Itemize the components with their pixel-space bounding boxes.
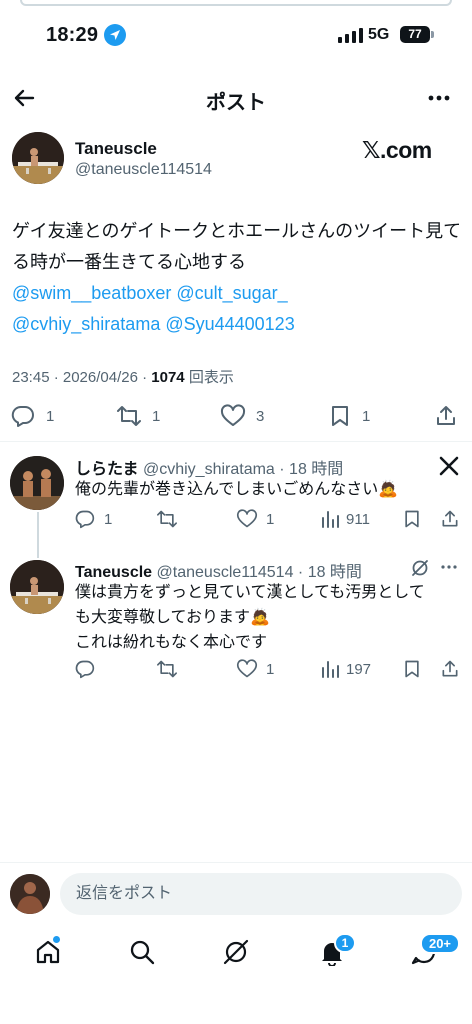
reply-like-count: 1 <box>266 660 275 678</box>
reply-header: Taneuscle @taneuscle114514 · 18 時間 <box>75 558 362 582</box>
messages-badge: 20+ <box>420 933 460 954</box>
reply-button[interactable]: 1 <box>10 404 54 428</box>
signal-icon <box>338 27 363 43</box>
section-divider <box>0 441 472 442</box>
author-name[interactable]: Taneuscle <box>75 139 157 159</box>
reply-avatar[interactable] <box>10 560 64 614</box>
location-icon <box>104 24 126 46</box>
bookmark-icon <box>405 660 419 678</box>
share-icon <box>442 510 458 527</box>
reply-views-count: 197 <box>346 660 372 678</box>
battery-tip <box>431 31 434 38</box>
like-count: 3 <box>256 407 265 425</box>
search-icon[interactable] <box>128 938 158 968</box>
reply-composer-input[interactable]: 返信をポスト <box>60 873 462 915</box>
reply-author-name[interactable]: Taneuscle <box>75 564 152 581</box>
home-new-dot <box>52 935 61 944</box>
repost-icon <box>117 406 141 426</box>
reply-repost-button[interactable] <box>156 659 178 679</box>
bookmark-icon <box>332 406 348 426</box>
reply-reply-button[interactable]: 1 <box>74 509 112 529</box>
reply-bookmark-button[interactable] <box>402 509 422 529</box>
page-title: ポスト <box>206 92 266 114</box>
heart-icon <box>236 509 258 528</box>
notifications-badge: 1 <box>334 933 356 953</box>
repost-button[interactable]: 1 <box>116 404 160 428</box>
views-chart-icon <box>322 511 339 528</box>
views-chart-icon <box>322 661 339 678</box>
reply-author-handle[interactable]: @taneuscle114514 · 18 時間 <box>157 564 362 581</box>
heart-icon <box>220 404 246 426</box>
reply-icon <box>75 660 95 679</box>
top-frame-edge <box>20 0 452 6</box>
repost-icon <box>156 660 177 678</box>
reply-like-count: 1 <box>266 510 275 528</box>
like-button[interactable]: 3 <box>220 404 264 428</box>
reply-views-button[interactable]: 911 <box>320 509 370 529</box>
repost-count: 1 <box>152 407 161 425</box>
status-time: 18:29 <box>46 24 99 46</box>
views-label: 回表示 <box>188 369 234 386</box>
reply-text-line-1: 僕は貴方をずっと見ていて漢としても汚男として <box>75 584 425 601</box>
share-icon <box>437 406 455 425</box>
reply-bookmark-button[interactable] <box>402 659 422 679</box>
reply-header: しらたま @cvhiy_shiratama · 18 時間 <box>75 455 343 479</box>
battery-icon: 77 <box>400 26 430 43</box>
reply-author-name[interactable]: しらたま <box>75 461 139 478</box>
bookmark-icon <box>405 510 419 528</box>
source-label: 𝕏.com <box>362 137 432 163</box>
repost-icon <box>156 510 177 528</box>
post-timestamp: 23:45 · 2026/04/26 · <box>12 369 152 386</box>
reply-share-button[interactable] <box>440 509 460 529</box>
bookmark-count: 1 <box>362 407 371 425</box>
reply-icon <box>11 405 34 427</box>
grok-nav-icon[interactable] <box>222 938 252 968</box>
post-text: ゲイ友達とのゲイトークとホエールさんのツイート見てる時が一番生きてる心地する <box>12 221 462 272</box>
reply-reply-button[interactable] <box>74 659 96 679</box>
reply-like-button[interactable]: 1 <box>236 509 274 529</box>
network-label: 5G <box>368 26 390 43</box>
reply-views-button[interactable]: 197 <box>320 659 371 679</box>
reply-reply-count: 1 <box>104 510 113 528</box>
reply-share-button[interactable] <box>440 659 460 679</box>
my-avatar[interactable] <box>10 874 50 914</box>
reply-author-handle[interactable]: @cvhiy_shiratama · 18 時間 <box>143 461 343 478</box>
reply-like-button[interactable]: 1 <box>236 659 274 679</box>
reply-text-line-2: も大変尊敬しております🙇 <box>75 609 270 626</box>
reply-text: 俺の先輩が巻き込んでしまいごめんなさい🙇 <box>75 481 399 498</box>
reply-text-line-3: これは紛れもなく本心です <box>75 634 268 651</box>
reply-count: 1 <box>46 407 55 425</box>
reply-views-count: 911 <box>346 510 370 528</box>
author-avatar[interactable] <box>12 132 64 184</box>
views-count: 1074 <box>151 369 185 386</box>
mentions-line-1[interactable]: @swim__beatboxer @cult_sugar_ <box>12 278 462 309</box>
share-icon <box>442 660 458 677</box>
reply-avatar[interactable] <box>10 456 64 510</box>
author-handle[interactable]: @taneuscle114514 <box>75 161 212 179</box>
bookmark-button[interactable]: 1 <box>328 404 370 428</box>
reply-text: 僕は貴方をずっと見ていて漢としても汚男として も大変尊敬しております🙇 これは紛… <box>75 580 450 655</box>
reply-more-icon[interactable] <box>440 558 458 581</box>
more-options-icon[interactable] <box>426 86 452 110</box>
post-mentions[interactable]: @swim__beatboxer @cult_sugar_ @cvhiy_shi… <box>12 278 462 340</box>
post-meta: 23:45 · 2026/04/26 · 1074 回表示 <box>12 366 234 387</box>
mentions-line-2[interactable]: @cvhiy_shiratama @Syu44400123 <box>12 309 462 340</box>
reply-icon <box>75 510 95 529</box>
thread-connector <box>37 512 39 558</box>
composer-divider <box>0 862 472 863</box>
share-button[interactable] <box>434 404 458 428</box>
heart-icon <box>236 659 258 678</box>
reply-repost-button[interactable] <box>156 509 178 529</box>
